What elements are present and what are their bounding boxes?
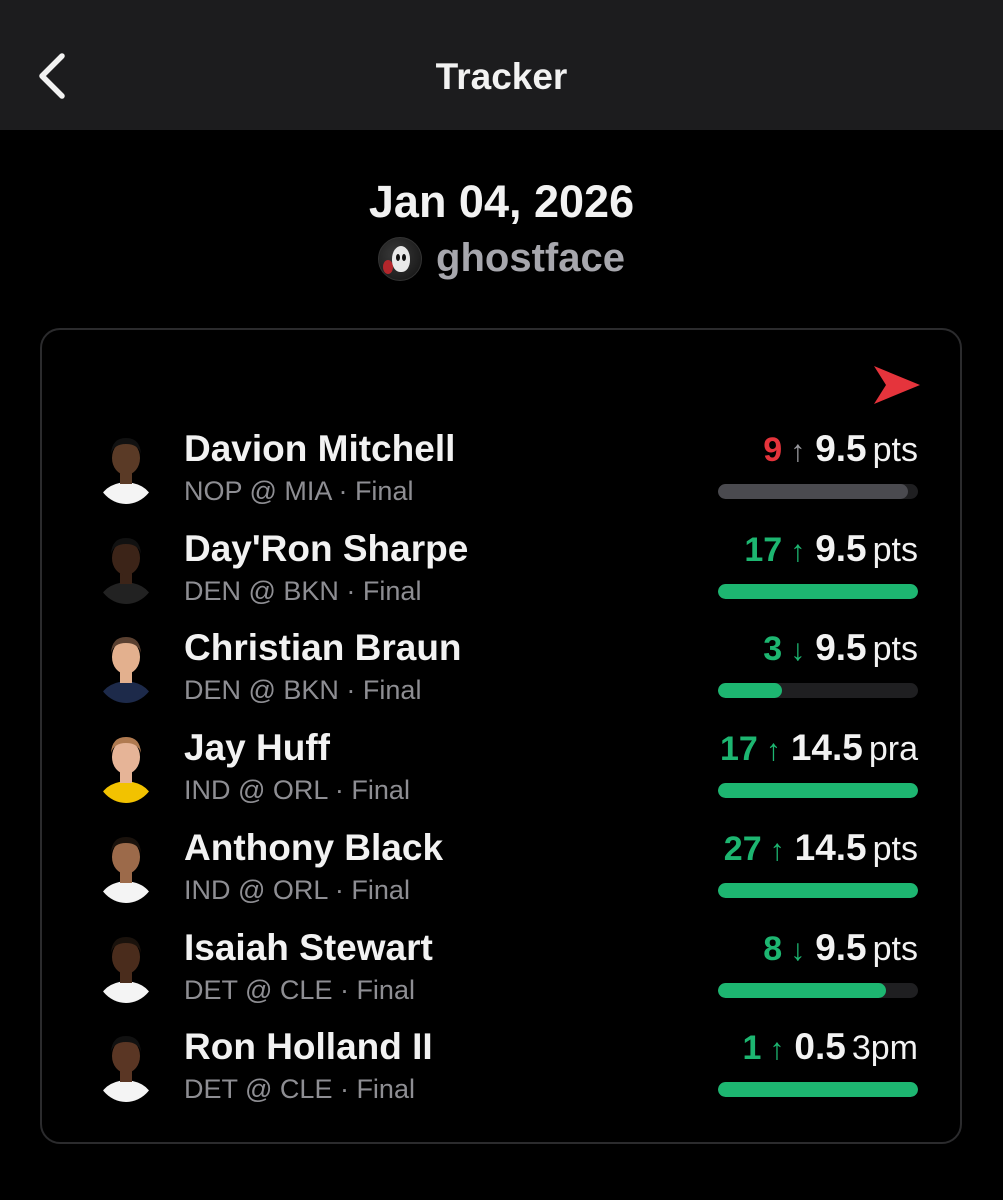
- pick-stat: 8 ↓ 9.5 pts: [763, 927, 918, 969]
- actual-value: 8: [763, 929, 783, 968]
- pick-row[interactable]: Isaiah Stewart DET @ CLE · Final 8 ↓ 9.5 pts: [42, 926, 960, 1019]
- pick-stat: 17 ↑ 14.5 pra: [720, 727, 918, 769]
- picks-card: Davion Mitchell NOP @ MIA · Final 9 ↑ 9.5 pts…: [40, 328, 962, 1144]
- progress-bar: [718, 982, 918, 998]
- player-name: Christian Braun: [184, 627, 462, 669]
- player-headshot: [94, 826, 158, 903]
- actual-value: 3: [763, 630, 783, 669]
- player-name: Isaiah Stewart: [184, 926, 433, 968]
- progress-fill: [718, 683, 782, 699]
- progress-bar: [718, 1082, 918, 1098]
- pick-stat: 9 ↑ 9.5 pts: [763, 428, 918, 470]
- stat-unit: pts: [872, 630, 918, 669]
- stat-unit: pts: [872, 829, 918, 868]
- progress-fill: [718, 982, 886, 998]
- line-value: 14.5: [790, 727, 863, 769]
- stat-unit: pra: [868, 730, 918, 769]
- pick-row[interactable]: Jay Huff IND @ ORL · Final 17 ↑ 14.5 pra: [42, 727, 960, 819]
- player-headshot: [94, 527, 158, 604]
- line-value: 14.5: [794, 826, 867, 868]
- actual-value: 1: [742, 1029, 762, 1068]
- actual-value: 17: [744, 530, 783, 569]
- player-headshot: [94, 627, 158, 704]
- stat-unit: pts: [872, 431, 918, 469]
- direction-icon: ↑: [790, 534, 806, 568]
- pick-row[interactable]: Anthony Black IND @ ORL · Final 27 ↑ 14.5 pts: [42, 826, 960, 919]
- line-value: 9.5: [815, 926, 867, 968]
- actual-value: 17: [720, 730, 758, 769]
- progress-bar: [718, 484, 918, 499]
- progress-fill: [718, 882, 918, 898]
- game-status: DET @ CLE · Final: [184, 1074, 415, 1105]
- progress-fill: [718, 583, 918, 599]
- pick-stat: 3 ↓ 9.5 pts: [763, 627, 918, 669]
- direction-icon: ↑: [765, 734, 781, 768]
- send-icon[interactable]: [872, 364, 922, 406]
- player-name: Anthony Black: [184, 826, 444, 868]
- player-headshot: [94, 1026, 158, 1103]
- actual-value: 27: [723, 829, 762, 868]
- direction-icon: ↓: [790, 933, 806, 967]
- player-headshot: [94, 727, 158, 804]
- pick-stat: 17 ↑ 9.5 pts: [744, 528, 918, 570]
- direction-icon: ↓: [790, 634, 806, 668]
- pick-row[interactable]: Day'Ron Sharpe DEN @ BKN · Final 17 ↑ 9.5 pts: [42, 527, 960, 620]
- progress-bar: [718, 683, 918, 699]
- pick-stat: 1 ↑ 0.5 3pm: [743, 1026, 919, 1068]
- progress-fill: [718, 484, 908, 499]
- stat-unit: pts: [872, 530, 918, 569]
- progress-bar: [718, 583, 918, 599]
- pick-row[interactable]: Ron Holland II DET @ CLE · Final 1 ↑ 0.5 3pm: [42, 1026, 960, 1118]
- direction-icon: ↑: [769, 1033, 785, 1067]
- stat-unit: 3pm: [851, 1029, 918, 1068]
- player-name: Ron Holland II: [184, 1026, 433, 1068]
- nav-bar: Tracker: [0, 0, 1003, 130]
- game-status: NOP @ MIA · Final: [184, 476, 414, 506]
- direction-icon: ↑: [769, 833, 785, 867]
- progress-fill: [718, 1082, 918, 1098]
- line-value: 0.5: [794, 1026, 846, 1068]
- game-status: DEN @ BKN · Final: [184, 575, 422, 606]
- user-avatar[interactable]: [378, 236, 423, 281]
- line-value: 9.5: [815, 428, 867, 469]
- slip-date: Jan 04, 2026: [368, 176, 635, 227]
- player-headshot: [94, 428, 158, 504]
- game-status: DEN @ BKN · Final: [184, 675, 422, 706]
- stat-unit: pts: [872, 929, 918, 968]
- pick-stat: 27 ↑ 14.5 pts: [724, 827, 918, 869]
- game-status: DET @ CLE · Final: [184, 974, 415, 1005]
- progress-fill: [718, 783, 918, 799]
- player-headshot: [94, 926, 158, 1003]
- user-info[interactable]: ghostface: [0, 236, 1003, 281]
- direction-icon: ↑: [790, 435, 806, 468]
- username[interactable]: ghostface: [436, 236, 625, 281]
- pick-row[interactable]: Davion Mitchell NOP @ MIA · Final 9 ↑ 9.5 pts: [42, 428, 960, 520]
- player-name: Davion Mitchell: [184, 428, 456, 469]
- line-value: 9.5: [815, 527, 867, 569]
- page-title: Tracker: [435, 56, 568, 97]
- game-status: IND @ ORL · Final: [184, 874, 410, 905]
- progress-bar: [718, 882, 918, 898]
- player-name: Day'Ron Sharpe: [184, 527, 469, 569]
- player-name: Jay Huff: [184, 727, 330, 769]
- actual-value: 9: [763, 431, 783, 469]
- progress-bar: [718, 783, 918, 799]
- game-status: IND @ ORL · Final: [184, 775, 410, 806]
- line-value: 9.5: [815, 627, 867, 669]
- pick-row[interactable]: Christian Braun DEN @ BKN · Final 3 ↓ 9.5 pts: [42, 627, 960, 719]
